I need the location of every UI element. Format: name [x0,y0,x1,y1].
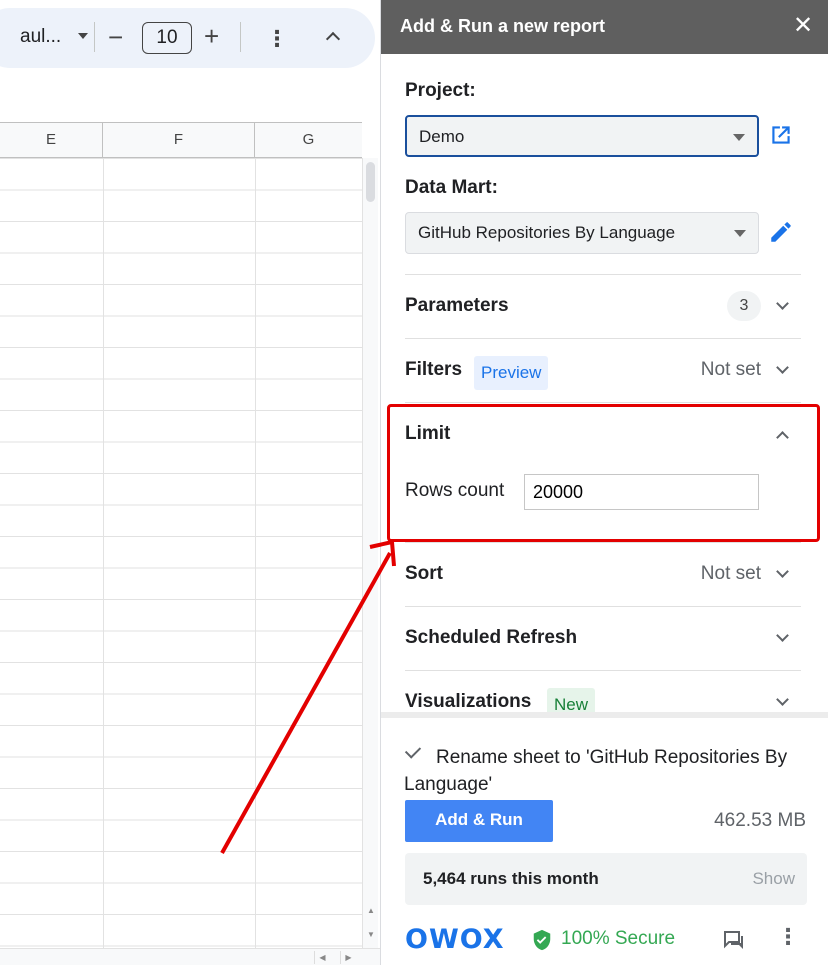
scroll-right-icon[interactable]: ▶ [340,951,356,964]
feedback-chat-icon[interactable] [722,928,746,952]
more-options-icon[interactable]: ⋮ [266,24,288,54]
filters-value: Not set [700,359,761,380]
chevron-down-icon[interactable] [776,297,789,310]
runs-count-text: 5,464 runs this month [423,869,599,888]
font-size-input[interactable]: 10 [142,22,192,54]
more-options-icon[interactable]: ⋮ [777,924,799,950]
sheet-toolbar-area: aul... − 10 + ⋮ [0,0,380,80]
chevron-down-icon[interactable] [776,693,789,706]
scroll-down-icon[interactable]: ▼ [367,930,375,939]
filters-section[interactable]: Filters Preview Not set [405,338,801,402]
data-mart-select-value: GitHub Repositories By Language [418,223,676,242]
column-header-g[interactable]: G [255,123,362,159]
open-external-icon[interactable] [768,122,794,148]
column-header-e[interactable]: E [0,123,103,159]
parameters-title: Parameters [405,295,509,316]
project-select[interactable]: Demo [405,115,759,157]
toolbar-divider [240,22,241,52]
scheduled-refresh-title: Scheduled Refresh [405,627,578,648]
spreadsheet-area: aul... − 10 + ⋮ E F G ▲ ▼ ◀ ▶ [0,0,380,965]
chevron-down-icon[interactable] [776,565,789,578]
shield-check-icon [533,929,551,951]
column-divider [103,158,104,948]
data-mart-label: Data Mart: [405,177,498,198]
highlight-box [387,404,820,542]
scroll-up-icon[interactable]: ▲ [367,906,375,915]
rename-sheet-label[interactable]: Rename sheet to 'GitHub Repositories By … [404,744,814,798]
panel-header: Add & Run a new report ✕ [381,0,828,54]
vertical-scrollbar[interactable]: ▲ ▼ [362,158,378,948]
data-mart-select[interactable]: GitHub Repositories By Language [405,212,759,254]
font-family-caret-icon[interactable] [78,33,88,39]
data-size-text: 462.53 MB [714,810,806,831]
chevron-down-icon [734,230,746,237]
add-and-run-button[interactable]: Add & Run [405,800,553,842]
sort-section[interactable]: Sort Not set [405,542,801,606]
decrease-font-size-button[interactable]: − [108,22,123,52]
font-family-select[interactable]: aul... [20,26,61,48]
edit-pencil-icon[interactable] [768,219,794,245]
parameters-section[interactable]: Parameters 3 [405,274,801,338]
column-header-row: E F G [0,122,362,159]
preview-badge: Preview [474,356,549,390]
sort-value: Not set [700,563,761,584]
sort-title: Sort [405,563,443,584]
vertical-scroll-thumb[interactable] [366,162,375,202]
column-divider [255,158,256,948]
panel-title: Add & Run a new report [400,16,606,36]
project-label: Project: [405,80,476,101]
horizontal-scrollbar[interactable]: ◀ ▶ [0,948,380,965]
owox-logo: OWOX [405,924,505,955]
cell-grid[interactable] [0,158,362,948]
increase-font-size-button[interactable]: + [204,21,219,51]
toolbar-divider [94,22,95,52]
scheduled-refresh-section[interactable]: Scheduled Refresh [405,606,801,670]
filters-title: Filters [405,359,463,380]
chevron-down-icon[interactable] [776,361,789,374]
panel-footer: Rename sheet to 'GitHub Repositories By … [381,712,828,965]
chevron-down-icon [733,134,745,141]
secure-label: 100% Secure [561,928,676,949]
column-header-f[interactable]: F [103,123,255,159]
show-runs-link[interactable]: Show [752,869,795,889]
visualizations-title: Visualizations [405,691,532,712]
close-icon[interactable]: ✕ [793,12,813,40]
parameters-count-badge: 3 [727,291,761,321]
scroll-left-icon[interactable]: ◀ [314,951,330,964]
project-select-value: Demo [419,127,465,146]
runs-usage-box: 5,464 runs this month Show [405,853,807,905]
chevron-down-icon[interactable] [776,629,789,642]
